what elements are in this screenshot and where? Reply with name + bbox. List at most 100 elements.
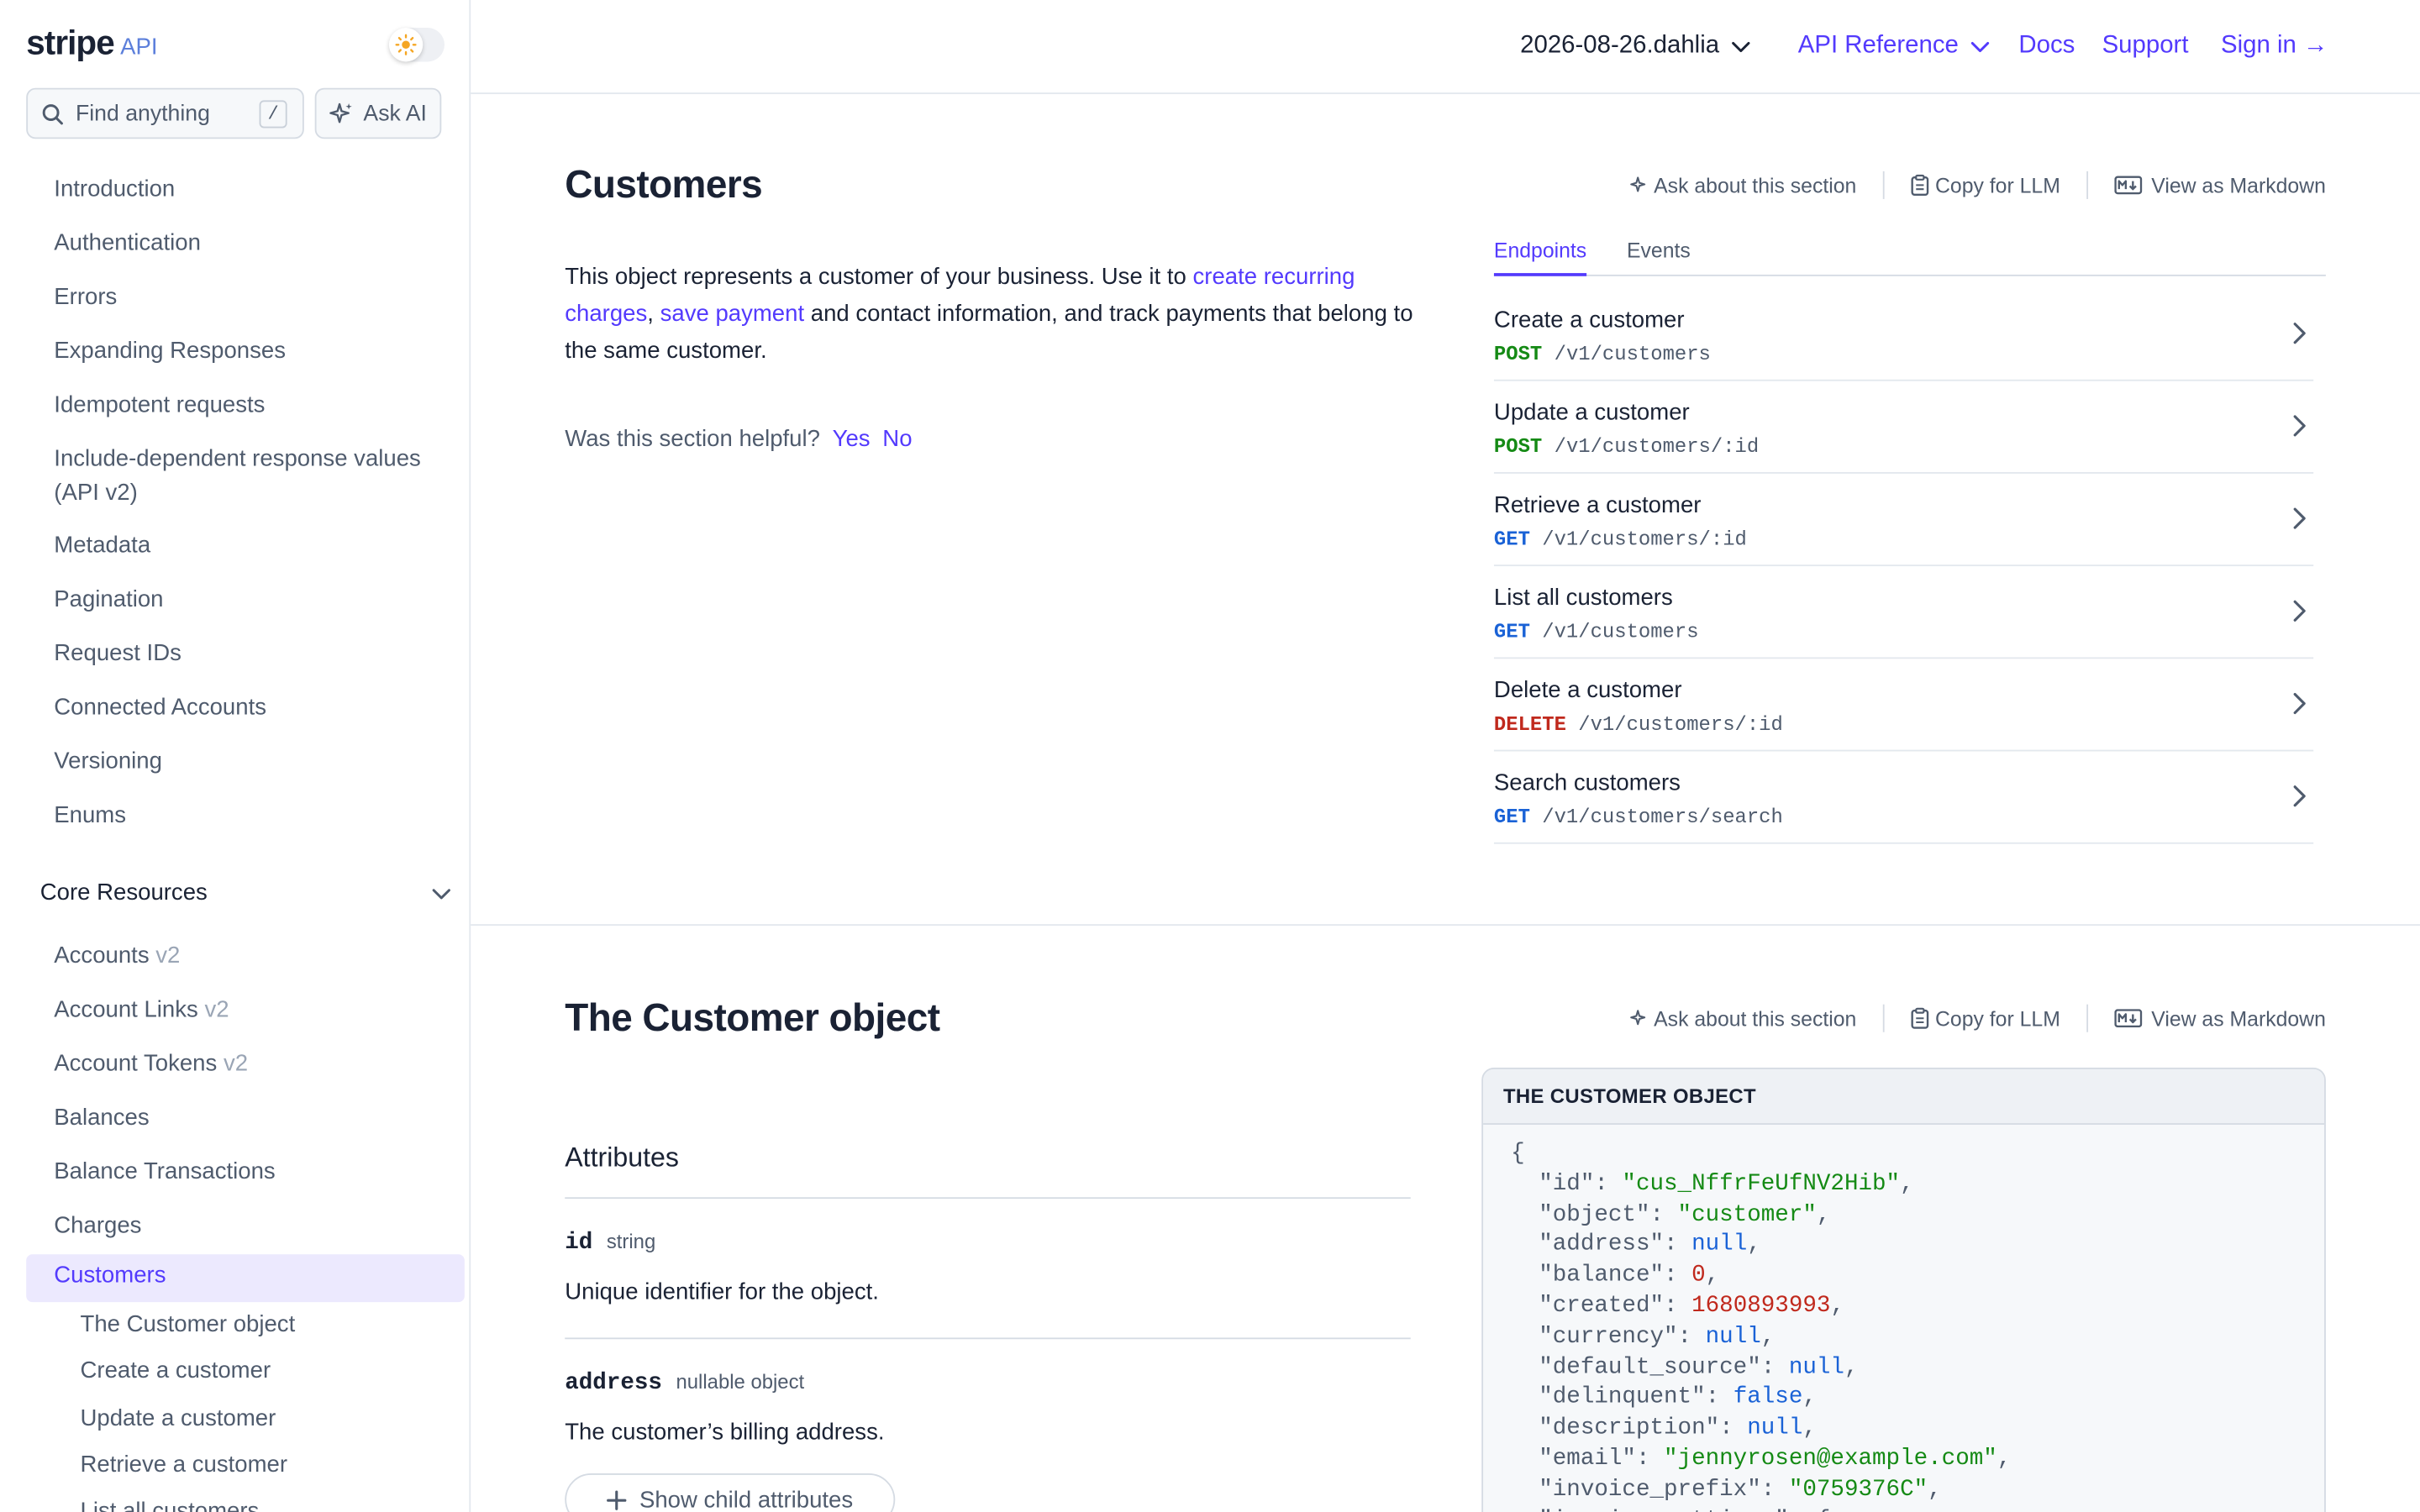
clipboard-icon bbox=[1911, 174, 1929, 197]
sidebar-item-customers[interactable]: Customers bbox=[26, 1254, 465, 1303]
sidebar-item-charges[interactable]: Charges bbox=[54, 1210, 141, 1243]
markdown-icon bbox=[2114, 1009, 2143, 1028]
endpoint-row[interactable]: Delete a customer DELETE /v1/customers/:… bbox=[1493, 659, 2314, 752]
json-key: "balance": bbox=[1539, 1262, 1692, 1289]
helpful-yes-button[interactable]: Yes bbox=[833, 426, 871, 452]
sidebar-group-core-resources[interactable]: Core Resources bbox=[40, 879, 454, 906]
json-value: null bbox=[1691, 1231, 1748, 1258]
sidebar-subitem-customer-object[interactable]: The Customer object bbox=[81, 1311, 296, 1337]
code-panel-title: THE CUSTOMER OBJECT bbox=[1483, 1068, 2325, 1125]
sidebar-item-introduction[interactable]: Introduction bbox=[54, 173, 175, 207]
theme-toggle[interactable] bbox=[388, 28, 445, 62]
sign-in-link[interactable]: Sign in → bbox=[2221, 33, 2328, 60]
sidebar-item-account-tokens[interactable]: Account Tokens v2 bbox=[54, 1047, 248, 1081]
docs-link[interactable]: Docs bbox=[2018, 33, 2075, 60]
sidebar-item-balances[interactable]: Balances bbox=[54, 1101, 149, 1135]
item-label: Account Tokens bbox=[54, 1050, 218, 1078]
divider bbox=[1882, 171, 1885, 199]
ask-section-button[interactable]: Ask about this section bbox=[1629, 1006, 1856, 1030]
sidebar-item-accounts[interactable]: Accounts v2 bbox=[54, 940, 180, 974]
endpoint-path: GET /v1/customers/:id bbox=[1494, 528, 1747, 551]
sidebar-subitem-update[interactable]: Update a customer bbox=[81, 1405, 276, 1431]
sidebar-item-include-dependent-suffix[interactable]: (API v2) bbox=[54, 477, 138, 511]
json-key: "id": bbox=[1539, 1170, 1623, 1197]
show-child-attributes-button[interactable]: Show child attributes bbox=[565, 1473, 896, 1512]
version-selector[interactable]: 2026-08-26.dahlia bbox=[1520, 33, 1753, 60]
sidebar-item-idempotent-requests[interactable]: Idempotent requests bbox=[54, 389, 265, 423]
http-method: POST bbox=[1493, 434, 1543, 459]
endpoint-row[interactable]: List all customers GET /v1/customers bbox=[1493, 566, 2314, 659]
sidebar-item-versioning[interactable]: Versioning bbox=[54, 745, 162, 779]
desc-text: , bbox=[647, 301, 660, 328]
attribute-type: string bbox=[606, 1229, 656, 1253]
group-title: Core Resources bbox=[39, 879, 208, 906]
view-markdown-button[interactable]: View as Markdown bbox=[2114, 1006, 2326, 1030]
chevron-right-icon bbox=[2289, 597, 2311, 633]
active-item-label: Customers bbox=[54, 1262, 166, 1289]
sidebar-item-errors[interactable]: Errors bbox=[54, 281, 117, 314]
json-value: "customer" bbox=[1677, 1201, 1817, 1228]
code-block: { "id": "cus_NffrFeUfNV2Hib", "object": … bbox=[1483, 1125, 2324, 1512]
code-line: "object": "customer", bbox=[1539, 1201, 1831, 1228]
search-icon bbox=[42, 102, 64, 124]
sidebar-subitem-list[interactable]: List all customers bbox=[81, 1498, 260, 1512]
attribute-name: address nullable object bbox=[565, 1370, 804, 1396]
endpoint-path: GET /v1/customers/search bbox=[1494, 806, 1783, 829]
endpoint-row[interactable]: Search customers GET /v1/customers/searc… bbox=[1493, 751, 2314, 844]
code-line: "created": 1680893993, bbox=[1539, 1293, 1844, 1320]
sidebar-item-metadata[interactable]: Metadata bbox=[54, 529, 150, 563]
endpoint-path: POST /v1/customers bbox=[1494, 343, 1711, 366]
sun-icon bbox=[388, 28, 424, 62]
api-reference-label: API Reference bbox=[1797, 32, 1959, 59]
path-text: /v1/customers/:id bbox=[1578, 712, 1783, 737]
divider bbox=[2086, 1004, 2088, 1032]
customers-title: Customers bbox=[565, 163, 763, 207]
code-panel: THE CUSTOMER OBJECT { "id": "cus_NffrFeU… bbox=[1481, 1067, 2326, 1512]
customer-object-title: The Customer object bbox=[565, 996, 940, 1040]
sidebar-item-request-ids[interactable]: Request IDs bbox=[54, 638, 182, 671]
endpoint-title: Create a customer bbox=[1493, 307, 1685, 333]
view-markdown-button[interactable]: View as Markdown bbox=[2114, 174, 2326, 197]
search-input[interactable]: Find anything / bbox=[26, 87, 304, 139]
code-line: "address": null, bbox=[1539, 1231, 1761, 1258]
plus-icon bbox=[607, 1489, 627, 1509]
sparkle-icon bbox=[1629, 1009, 1648, 1027]
endpoint-row[interactable]: Update a customer POST /v1/customers/:id bbox=[1493, 381, 2314, 474]
http-method: POST bbox=[1493, 342, 1543, 366]
save-payment-link[interactable]: save payment bbox=[660, 301, 805, 327]
ask-section-label: Ask about this section bbox=[1654, 173, 1857, 197]
chevron-right-icon bbox=[2289, 319, 2311, 354]
sidebar-item-enums[interactable]: Enums bbox=[54, 799, 126, 832]
sidebar-item-balance-transactions[interactable]: Balance Transactions bbox=[54, 1156, 275, 1189]
sidebar-item-pagination[interactable]: Pagination bbox=[54, 583, 163, 617]
api-reference-menu[interactable]: API Reference bbox=[1798, 33, 1993, 60]
sidebar-subitem-retrieve[interactable]: Retrieve a customer bbox=[81, 1452, 288, 1478]
endpoint-row[interactable]: Create a customer POST /v1/customers bbox=[1493, 288, 2314, 381]
code-line: "balance": 0, bbox=[1539, 1262, 1720, 1289]
sidebar-item-account-links[interactable]: Account Links v2 bbox=[54, 994, 229, 1027]
json-value: null bbox=[1788, 1353, 1844, 1381]
path-text: /v1/customers bbox=[1554, 342, 1711, 366]
ask-ai-button[interactable]: Ask AI bbox=[314, 87, 442, 139]
sidebar-item-authentication[interactable]: Authentication bbox=[54, 227, 201, 260]
json-key: "currency": bbox=[1539, 1323, 1706, 1350]
sidebar-item-include-dependent[interactable]: Include-dependent response values bbox=[54, 443, 421, 476]
attribute-key: id bbox=[565, 1229, 593, 1257]
json-value: "0759376C" bbox=[1788, 1476, 1928, 1503]
item-label: Accounts bbox=[54, 942, 150, 969]
endpoint-row[interactable]: Retrieve a customer GET /v1/customers/:i… bbox=[1493, 474, 2314, 567]
support-link[interactable]: Support bbox=[2102, 33, 2189, 60]
json-key: "default_source": bbox=[1539, 1353, 1789, 1381]
version-tag: v2 bbox=[223, 1050, 249, 1078]
stripe-logo[interactable]: stripe API bbox=[26, 24, 157, 64]
sidebar-item-expanding-responses[interactable]: Expanding Responses bbox=[54, 335, 286, 369]
helpful-no-button[interactable]: No bbox=[882, 426, 912, 452]
copy-llm-button[interactable]: Copy for LLM bbox=[1911, 174, 2060, 197]
tab-events[interactable]: Events bbox=[1627, 239, 1691, 276]
logo-text: stripe bbox=[26, 23, 114, 62]
tab-endpoints[interactable]: Endpoints bbox=[1493, 239, 1587, 276]
copy-llm-button[interactable]: Copy for LLM bbox=[1911, 1006, 2060, 1030]
ask-section-button[interactable]: Ask about this section bbox=[1629, 173, 1857, 197]
sidebar-item-connected-accounts[interactable]: Connected Accounts bbox=[54, 691, 266, 725]
sidebar-subitem-create[interactable]: Create a customer bbox=[81, 1357, 271, 1383]
